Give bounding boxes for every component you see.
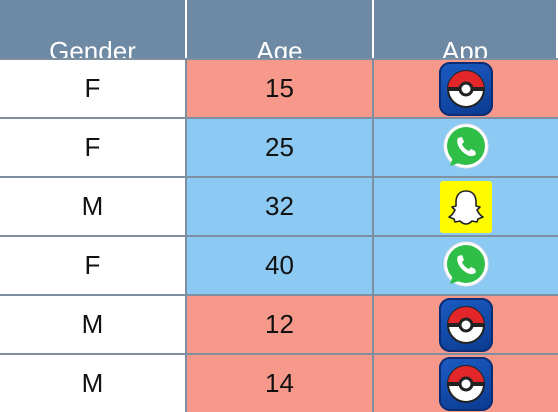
snapchat-icon [440,180,492,233]
cell-gender: F [0,235,187,294]
cell-gender: F [0,117,187,176]
cell-app [374,58,558,117]
cell-age: 15 [187,58,374,117]
cell-app [374,176,558,235]
cell-age: 25 [187,117,374,176]
data-table: Gender Age App F 15 F 25 M 32 F 40 M 12 … [0,0,558,412]
header-app: App [374,0,558,58]
cell-gender: M [0,176,187,235]
pokemon-go-icon [439,356,493,411]
whatsapp-icon [439,239,493,293]
cell-age: 12 [187,294,374,353]
pokemon-go-icon [439,297,493,352]
whatsapp-icon [439,121,493,175]
cell-app [374,294,558,353]
cell-gender: M [0,294,187,353]
cell-gender: F [0,58,187,117]
header-age: Age [187,0,374,58]
cell-age: 40 [187,235,374,294]
cell-app [374,117,558,176]
cell-app [374,353,558,412]
header-gender: Gender [0,0,187,58]
pokemon-go-icon [439,61,493,116]
cell-age: 32 [187,176,374,235]
cell-app [374,235,558,294]
cell-gender: M [0,353,187,412]
cell-age: 14 [187,353,374,412]
